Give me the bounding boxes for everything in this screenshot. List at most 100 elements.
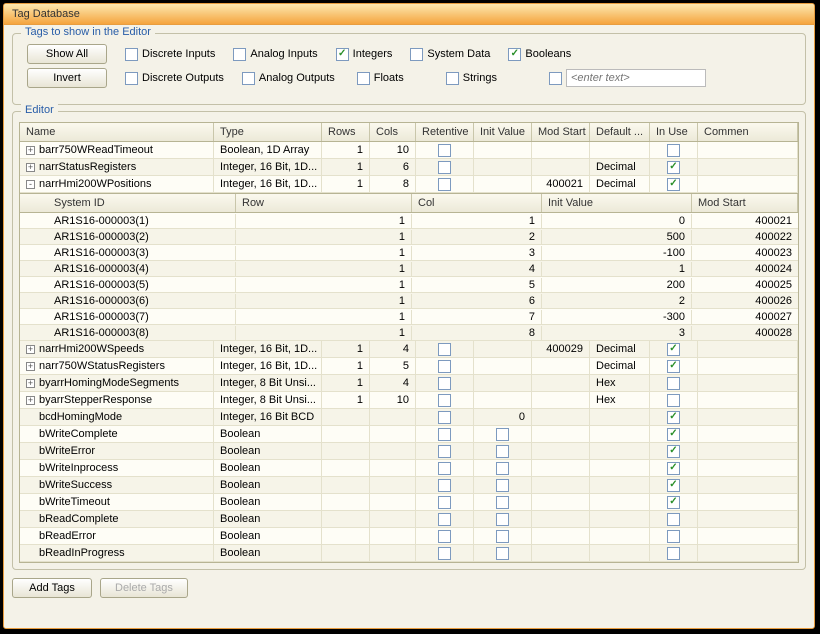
init-value-checkbox[interactable] <box>496 479 509 492</box>
cell-systemid[interactable]: AR1S16-000003(7) <box>48 310 236 324</box>
cell-comment[interactable] <box>698 443 798 460</box>
table-row[interactable]: bWriteComplete Boolean <box>20 426 798 443</box>
cell-systemid[interactable]: AR1S16-000003(2) <box>48 230 236 244</box>
cell-cols[interactable] <box>370 460 416 477</box>
cell-default[interactable] <box>590 528 650 545</box>
cell-cols[interactable]: 10 <box>370 392 416 409</box>
table-row[interactable]: bWriteError Boolean <box>20 443 798 460</box>
cell-name[interactable]: bWriteSuccess <box>20 477 214 494</box>
cell-default[interactable] <box>590 443 650 460</box>
cell-type[interactable]: Boolean <box>214 460 322 477</box>
cell-cols[interactable] <box>370 426 416 443</box>
retentive-checkbox[interactable] <box>438 144 451 157</box>
inuse-checkbox[interactable] <box>667 530 680 543</box>
col-rows[interactable]: Rows <box>322 123 370 141</box>
cell-cols[interactable] <box>370 443 416 460</box>
table-row[interactable]: +byarrStepperResponse Integer, 8 Bit Uns… <box>20 392 798 409</box>
tree-toggle-icon[interactable]: + <box>26 146 35 155</box>
cell-type[interactable]: Integer, 16 Bit, 1D... <box>214 159 322 176</box>
cell-name[interactable]: bReadInProgress <box>20 545 214 562</box>
cell-cols[interactable] <box>370 545 416 562</box>
cell-init[interactable] <box>474 142 532 159</box>
analog-inputs-checkbox[interactable] <box>233 48 246 61</box>
col-comment[interactable]: Commen <box>698 123 798 141</box>
cell-mod[interactable]: 400028 <box>692 326 798 340</box>
cell-mod[interactable] <box>532 426 590 443</box>
cell-type[interactable]: Integer, 8 Bit Unsi... <box>214 375 322 392</box>
table-row[interactable]: -narrHmi200WPositions Integer, 16 Bit, 1… <box>20 176 798 193</box>
cell-comment[interactable] <box>698 142 798 159</box>
init-value-checkbox[interactable] <box>496 428 509 441</box>
system-data-checkbox[interactable] <box>410 48 423 61</box>
tree-toggle-icon[interactable]: + <box>26 345 35 354</box>
floats-checkbox[interactable] <box>357 72 370 85</box>
cell-rows[interactable]: 1 <box>322 392 370 409</box>
cell-init[interactable]: 2 <box>542 294 692 308</box>
inuse-checkbox[interactable] <box>667 513 680 526</box>
cell-col[interactable]: 4 <box>412 262 542 276</box>
inuse-checkbox[interactable] <box>667 343 680 356</box>
cell-default[interactable]: Hex <box>590 375 650 392</box>
cell-default[interactable]: Hex <box>590 392 650 409</box>
cell-init[interactable]: 500 <box>542 230 692 244</box>
table-row[interactable]: bcdHomingMode Integer, 16 Bit BCD 0 <box>20 409 798 426</box>
cell-col[interactable]: 3 <box>412 246 542 260</box>
cell-name[interactable]: bWriteError <box>20 443 214 460</box>
custom-filter-checkbox[interactable] <box>549 72 562 85</box>
custom-filter-input[interactable] <box>566 69 706 87</box>
cell-mod[interactable] <box>532 375 590 392</box>
cell-name[interactable]: bWriteTimeout <box>20 494 214 511</box>
cell-name[interactable]: bReadError <box>20 528 214 545</box>
cell-row[interactable]: 1 <box>236 262 412 276</box>
inuse-checkbox[interactable] <box>667 178 680 191</box>
inuse-checkbox[interactable] <box>667 411 680 424</box>
cell-row[interactable]: 1 <box>236 214 412 228</box>
retentive-checkbox[interactable] <box>438 479 451 492</box>
cell-init[interactable]: 200 <box>542 278 692 292</box>
cell-default[interactable] <box>590 511 650 528</box>
cell-type[interactable]: Boolean <box>214 511 322 528</box>
retentive-checkbox[interactable] <box>438 445 451 458</box>
cell-cols[interactable]: 5 <box>370 358 416 375</box>
cell-rows[interactable] <box>322 494 370 511</box>
cell-systemid[interactable]: AR1S16-000003(6) <box>48 294 236 308</box>
retentive-checkbox[interactable] <box>438 496 451 509</box>
sub-row[interactable]: AR1S16-000003(2) 1 2 500 400022 <box>20 229 798 245</box>
table-row[interactable]: bWriteTimeout Boolean <box>20 494 798 511</box>
tree-toggle-icon[interactable]: + <box>26 396 35 405</box>
cell-type[interactable]: Boolean <box>214 477 322 494</box>
subcol-row[interactable]: Row <box>236 194 412 212</box>
cell-mod[interactable]: 400024 <box>692 262 798 276</box>
cell-init[interactable]: 0 <box>474 409 532 426</box>
cell-init[interactable] <box>474 392 532 409</box>
cell-rows[interactable]: 1 <box>322 176 370 193</box>
cell-mod[interactable] <box>532 159 590 176</box>
cell-row[interactable]: 1 <box>236 278 412 292</box>
cell-default[interactable] <box>590 477 650 494</box>
subcol-col[interactable]: Col <box>412 194 542 212</box>
cell-rows[interactable] <box>322 545 370 562</box>
cell-cols[interactable]: 8 <box>370 176 416 193</box>
col-default[interactable]: Default ... <box>590 123 650 141</box>
table-row[interactable]: bWriteInprocess Boolean <box>20 460 798 477</box>
cell-mod[interactable] <box>532 142 590 159</box>
strings-checkbox[interactable] <box>446 72 459 85</box>
init-value-checkbox[interactable] <box>496 462 509 475</box>
cell-mod[interactable] <box>532 392 590 409</box>
col-name[interactable]: Name <box>20 123 214 141</box>
table-row[interactable]: bWriteSuccess Boolean <box>20 477 798 494</box>
cell-init[interactable] <box>474 341 532 358</box>
cell-type[interactable]: Integer, 16 Bit, 1D... <box>214 358 322 375</box>
table-row[interactable]: bReadComplete Boolean <box>20 511 798 528</box>
cell-name[interactable]: +narrHmi200WSpeeds <box>20 341 214 358</box>
init-value-checkbox[interactable] <box>496 445 509 458</box>
cell-default[interactable] <box>590 426 650 443</box>
inuse-checkbox[interactable] <box>667 496 680 509</box>
cell-rows[interactable]: 1 <box>322 159 370 176</box>
subcol-mod[interactable]: Mod Start <box>692 194 798 212</box>
cell-rows[interactable] <box>322 528 370 545</box>
cell-default[interactable] <box>590 142 650 159</box>
init-value-checkbox[interactable] <box>496 513 509 526</box>
cell-systemid[interactable]: AR1S16-000003(1) <box>48 214 236 228</box>
cell-mod[interactable]: 400026 <box>692 294 798 308</box>
